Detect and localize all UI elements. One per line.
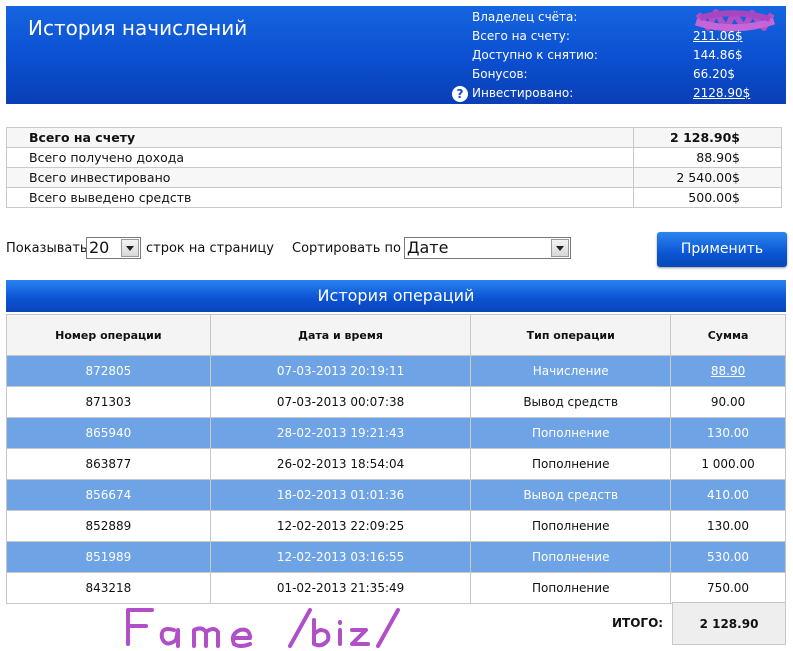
- cell-datetime: 07-03-2013 20:19:11: [209, 355, 472, 387]
- table-row: 863877 26-02-2013 18:54:04 Пополнение 1 000…: [6, 448, 786, 480]
- cell-operation-id: 871303: [6, 386, 211, 418]
- cell-amount: 130.00: [670, 510, 786, 542]
- cell-operation-type: Начисление: [470, 355, 672, 387]
- summary-value: 2 540.00$: [633, 167, 782, 188]
- cell-datetime: 07-03-2013 00:07:38: [209, 386, 472, 418]
- column-header-datetime: Дата и время: [209, 314, 472, 356]
- total-label: ИТОГО:: [612, 616, 664, 630]
- summary-value: 500.00$: [633, 187, 782, 208]
- account-total-label: Всего на счету:: [472, 29, 570, 43]
- summary-label: Всего на счету: [6, 127, 634, 148]
- cell-operation-id: 851989: [6, 541, 211, 573]
- cell-operation-id: 843218: [6, 572, 211, 604]
- account-owner-row: Владелец счёта:: [472, 8, 782, 32]
- summary-value: 88.90$: [633, 147, 782, 168]
- cell-operation-type: Пополнение: [470, 510, 672, 542]
- cell-operation-id: 856674: [6, 479, 211, 511]
- cell-amount: 90.00: [670, 386, 786, 418]
- page-header: История начислений Владелец счёта: Всего…: [6, 6, 786, 104]
- cell-operation-type: Вывод средств: [470, 479, 672, 511]
- cell-operation-id: 852889: [6, 510, 211, 542]
- apply-button[interactable]: Применить: [657, 232, 787, 267]
- operations-title: История операций: [6, 280, 786, 312]
- cell-amount: 750.00: [670, 572, 786, 604]
- sort-label: Сортировать по: [292, 241, 401, 256]
- account-info: Владелец счёта: Всего на счету: 211.06$ …: [452, 8, 782, 103]
- summary-value: 2 128.90$: [633, 127, 782, 148]
- operations-table: Номер операции Дата и время Тип операции…: [6, 314, 786, 604]
- amount-value: 130.00: [707, 519, 750, 533]
- rows-per-page-select[interactable]: 20: [86, 237, 141, 259]
- amount-value: 130.00: [707, 426, 750, 440]
- summary-row: Всего выведено средств 500.00$: [6, 187, 782, 208]
- operations-header-row: Номер операции Дата и время Тип операции…: [6, 314, 786, 356]
- rows-per-page-value: 20: [89, 238, 110, 257]
- amount-value: 530.00: [707, 550, 750, 564]
- summary-row: Всего инвестировано 2 540.00$: [6, 167, 782, 188]
- cell-datetime: 18-02-2013 01:01:36: [209, 479, 472, 511]
- summary-row: Всего получено дохода 88.90$: [6, 147, 782, 168]
- cell-operation-id: 863877: [6, 448, 211, 480]
- table-row: 865940 28-02-2013 19:21:43 Пополнение 130.0…: [6, 417, 786, 449]
- cell-amount: 1 000.00: [670, 448, 786, 480]
- account-bonus-value: 66.20$: [693, 67, 735, 81]
- table-row: 843218 01-02-2013 21:35:49 Пополнение 750.0…: [6, 572, 786, 604]
- help-icon[interactable]: ?: [452, 86, 468, 102]
- account-available-value: 144.86$: [693, 48, 743, 62]
- table-row: 851989 12-02-2013 03:16:55 Пополнение 530.0…: [6, 541, 786, 573]
- account-total-row: Всего на счету: 211.06$: [472, 27, 782, 46]
- cell-operation-id: 872805: [6, 355, 211, 387]
- cell-datetime: 01-02-2013 21:35:49: [209, 572, 472, 604]
- summary-label: Всего инвестировано: [6, 167, 634, 188]
- watermark-scribble: [126, 608, 400, 648]
- amount-value: 410.00: [707, 488, 750, 502]
- cell-datetime: 12-02-2013 22:09:25: [209, 510, 472, 542]
- account-invested-link[interactable]: 2128.90$: [693, 84, 750, 103]
- cell-datetime: 28-02-2013 19:21:43: [209, 417, 472, 449]
- amount-value: 90.00: [710, 395, 746, 409]
- sort-select[interactable]: Дате: [404, 237, 571, 259]
- account-total-link[interactable]: 211.06$: [693, 27, 743, 46]
- total-value: 2 128.90: [672, 602, 786, 645]
- summary-table: Всего на счету 2 128.90$ Всего получено …: [6, 127, 782, 208]
- cell-datetime: 12-02-2013 03:16:55: [209, 541, 472, 573]
- table-row: 856674 18-02-2013 01:01:36 Вывод средств 41…: [6, 479, 786, 511]
- rows-suffix-label: строк на страницу: [146, 241, 274, 256]
- chevron-down-icon[interactable]: [121, 239, 139, 257]
- summary-row: Всего на счету 2 128.90$: [6, 127, 782, 148]
- cell-operation-type: Пополнение: [470, 448, 672, 480]
- amount-value: 750.00: [707, 581, 750, 595]
- account-available-row: Доступно к снятию: 144.86$: [472, 46, 782, 65]
- table-row: 852889 12-02-2013 22:09:25 Пополнение 130.0…: [6, 510, 786, 542]
- chevron-down-icon[interactable]: [551, 239, 569, 257]
- sort-value: Дате: [407, 238, 449, 257]
- column-header-type: Тип операции: [470, 314, 672, 356]
- cell-datetime: 26-02-2013 18:54:04: [209, 448, 472, 480]
- column-header-amount: Сумма: [670, 314, 786, 356]
- cell-amount: 410.00: [670, 479, 786, 511]
- summary-label: Всего выведено средств: [6, 187, 634, 208]
- cell-operation-type: Пополнение: [470, 417, 672, 449]
- amount-link[interactable]: 88.90: [711, 364, 745, 378]
- cell-operation-type: Вывод средств: [470, 386, 672, 418]
- account-invested-label: Инвестировано:: [472, 86, 574, 100]
- cell-amount: 530.00: [670, 541, 786, 573]
- column-header-id: Номер операции: [6, 314, 211, 356]
- table-row: 872805 07-03-2013 20:19:11 Начисление 88.90: [6, 355, 786, 387]
- account-bonus-label: Бонусов:: [472, 67, 528, 81]
- cell-operation-type: Пополнение: [470, 541, 672, 573]
- account-available-label: Доступно к снятию:: [472, 48, 598, 62]
- page-title: История начислений: [28, 16, 248, 40]
- show-label: Показывать: [6, 241, 88, 256]
- table-row: 871303 07-03-2013 00:07:38 Вывод средств 90…: [6, 386, 786, 418]
- amount-value: 1 000.00: [701, 457, 755, 471]
- cell-operation-id: 865940: [6, 417, 211, 449]
- account-invested-row: ? Инвестировано: 2128.90$: [452, 84, 782, 103]
- summary-label: Всего получено дохода: [6, 147, 634, 168]
- cell-amount: 130.00: [670, 417, 786, 449]
- account-owner-label: Владелец счёта:: [472, 10, 578, 24]
- account-bonus-row: Бонусов: 66.20$: [472, 65, 782, 84]
- cell-amount: 88.90: [670, 355, 786, 387]
- cell-operation-type: Пополнение: [470, 572, 672, 604]
